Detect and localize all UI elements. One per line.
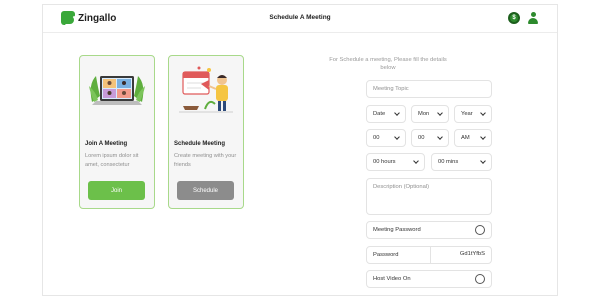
coin-icon[interactable]: $	[508, 12, 520, 24]
chevron-down-icon	[437, 110, 443, 116]
chevron-down-icon	[480, 158, 486, 164]
time-ampm-value: AM	[461, 135, 470, 141]
meeting-topic-input[interactable]: Meeting Topic	[366, 80, 492, 98]
page-title: Schedule A Meeting	[269, 14, 331, 21]
date-year-value: Year	[461, 111, 473, 117]
meeting-password-radio[interactable]	[475, 225, 485, 235]
duration-mins-select[interactable]: 00 mins	[431, 153, 492, 171]
host-video-label: Host Video On	[373, 276, 411, 282]
chevron-down-icon	[437, 134, 443, 140]
time-hour-select[interactable]: 00	[366, 129, 406, 147]
date-day-value: Date	[373, 111, 386, 117]
meeting-password-toggle-row[interactable]: Meeting Password	[366, 221, 492, 239]
chevron-down-icon	[480, 110, 486, 116]
host-video-radio[interactable]	[475, 274, 485, 284]
description-placeholder: Description (Optional)	[373, 184, 430, 190]
time-minute-value: 00	[418, 135, 425, 141]
duration-hours-value: 00 hours	[373, 159, 396, 165]
join-button[interactable]: Join	[88, 181, 145, 200]
password-value[interactable]: Gd1tYfbS	[460, 251, 485, 257]
date-month-value: Mon	[418, 111, 430, 117]
date-year-select[interactable]: Year	[454, 105, 492, 123]
schedule-meeting-card[interactable]: Schedule Meeting Create meeting with you…	[168, 55, 244, 209]
description-textarea[interactable]: Description (Optional)	[366, 178, 492, 215]
schedule-button[interactable]: Schedule	[177, 181, 234, 200]
schedule-card-title: Schedule Meeting	[174, 141, 226, 147]
password-row: Password Gd1tYfbS	[366, 246, 492, 264]
top-bar: Zingallo Schedule A Meeting $	[43, 5, 557, 33]
join-card-title: Join A Meeting	[85, 141, 128, 147]
duration-mins-value: 00 mins	[438, 159, 459, 165]
join-meeting-card[interactable]: Join A Meeting Lorem ipsum dolor sit ame…	[79, 55, 155, 209]
header-actions: $	[508, 12, 539, 24]
chevron-down-icon	[480, 134, 486, 140]
meeting-topic-placeholder: Meeting Topic	[373, 86, 409, 92]
date-day-select[interactable]: Date	[366, 105, 406, 123]
chevron-down-icon	[394, 110, 400, 116]
user-icon[interactable]	[527, 12, 539, 24]
meeting-password-label: Meeting Password	[373, 227, 421, 233]
time-hour-value: 00	[373, 135, 380, 141]
time-minute-select[interactable]: 00	[411, 129, 449, 147]
time-ampm-select[interactable]: AM	[454, 129, 492, 147]
chevron-down-icon	[413, 158, 419, 164]
host-video-toggle-row[interactable]: Host Video On	[366, 270, 492, 288]
schedule-card-description: Create meeting with your friends	[174, 153, 237, 168]
password-label: Password	[373, 252, 399, 258]
form-intro-text: For Schedule a meeting, Please fill the …	[329, 57, 447, 71]
date-month-select[interactable]: Mon	[411, 105, 449, 123]
duration-hours-select[interactable]: 00 hours	[366, 153, 425, 171]
password-divider	[430, 247, 431, 263]
chevron-down-icon	[394, 134, 400, 140]
join-card-description: Lorem ipsum dolor sit amet, consectetur	[85, 153, 139, 168]
person-scheduling-illustration	[179, 66, 233, 113]
video-conference-laptop-illustration	[89, 76, 145, 105]
